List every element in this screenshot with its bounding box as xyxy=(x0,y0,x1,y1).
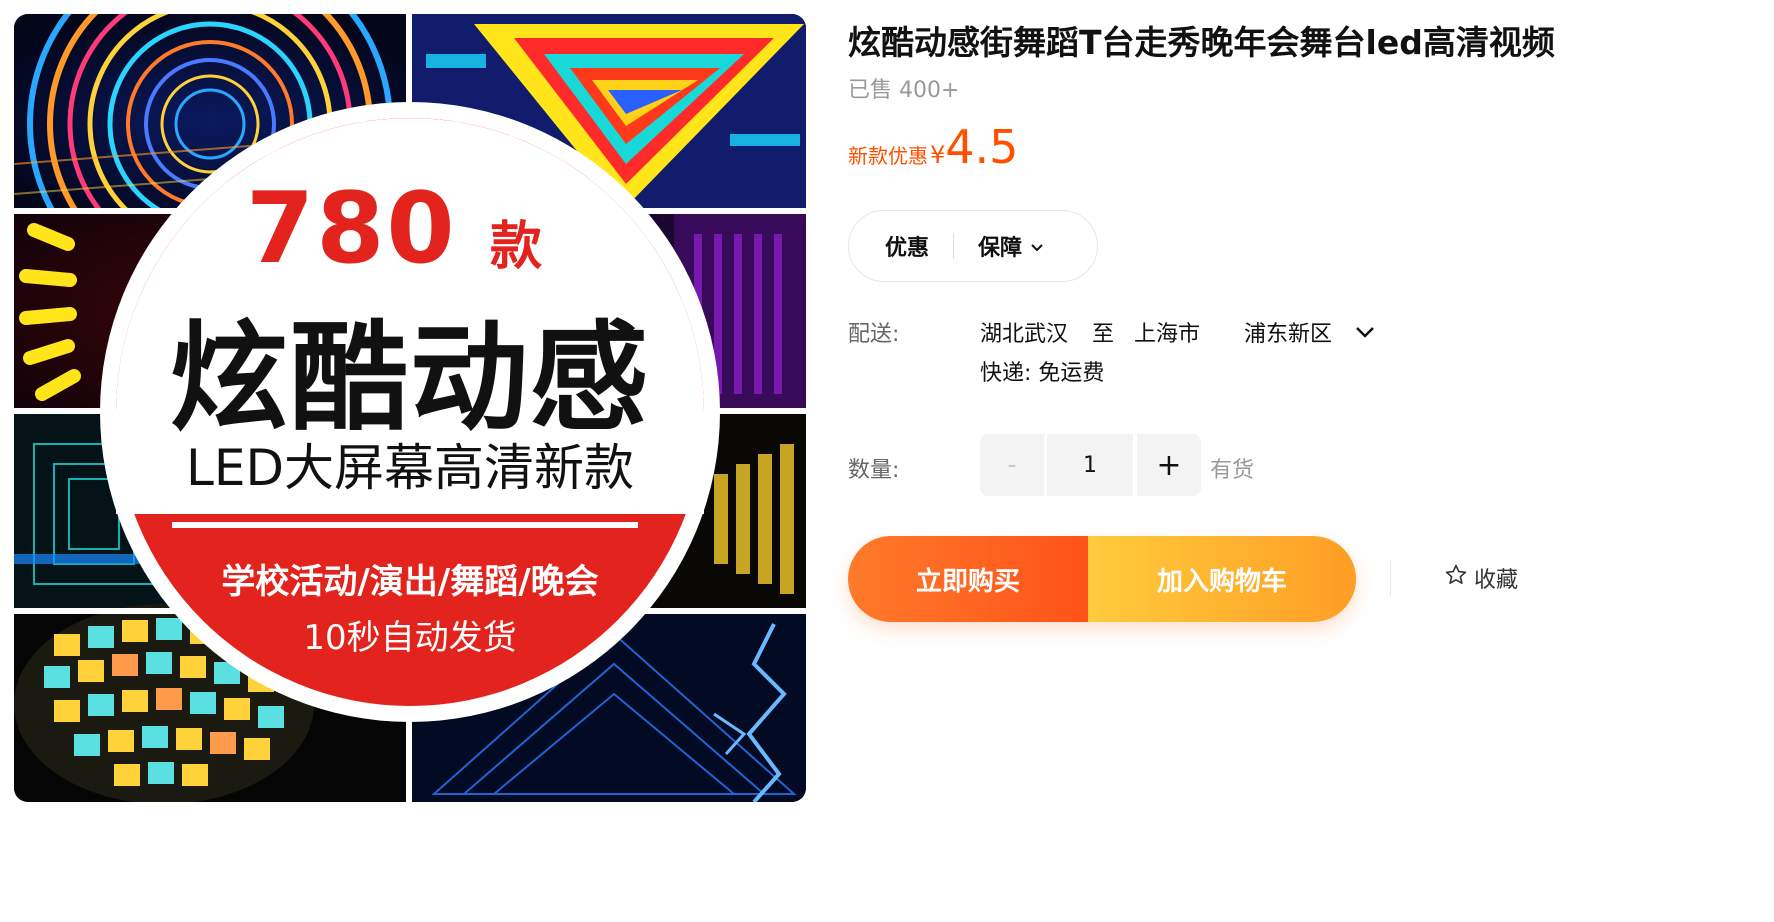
banner-activities: 学校活动/演出/舞蹈/晚会 xyxy=(221,562,599,602)
promo-tag-label: 优惠 xyxy=(885,236,930,261)
banner-subheadline: LED大屏幕高清新款 xyxy=(186,439,634,497)
quantity-label: 数量: xyxy=(848,458,900,483)
shipping-method: 快递: 免运费 xyxy=(980,361,1105,386)
purchase-buttons: 立即购买 加入购物车 xyxy=(848,536,1356,622)
star-outline-icon xyxy=(1444,563,1474,593)
price-label: 新款优惠 xyxy=(848,144,928,168)
stock-status: 有货 xyxy=(1210,458,1255,483)
quantity-decrease-button[interactable]: - xyxy=(980,434,1044,496)
tag-pill: 优惠 保障 xyxy=(848,210,1098,282)
shipping-label: 配送: xyxy=(848,322,900,347)
sold-count: 已售 400+ xyxy=(848,78,960,103)
action-divider xyxy=(1390,562,1391,596)
quantity-input[interactable] xyxy=(1047,434,1133,496)
pill-divider xyxy=(953,233,955,259)
quantity-increase-button[interactable]: + xyxy=(1137,434,1201,496)
shipping-to: 至 xyxy=(1092,322,1115,347)
price-row: 新款优惠¥4.5 xyxy=(848,120,1018,174)
shipping-origin: 湖北武汉 xyxy=(980,322,1069,347)
guarantee-tag[interactable]: 保障 xyxy=(978,230,1044,262)
price-value: 4.5 xyxy=(945,120,1019,174)
favorite-button[interactable]: 收藏 xyxy=(1444,562,1518,594)
chevron-down-icon xyxy=(1030,234,1044,259)
banner-count-unit: 款 xyxy=(490,217,543,277)
product-page: 780 款 炫酷动感 LED大屏幕高清新款 学校活动/演出/舞蹈/晚会 10秒自… xyxy=(0,0,1774,922)
shipping-district: 浦东新区 xyxy=(1244,322,1333,347)
product-image[interactable]: 780 款 炫酷动感 LED大屏幕高清新款 学校活动/演出/舞蹈/晚会 10秒自… xyxy=(14,14,806,802)
product-title: 炫酷动感街舞蹈T台走秀晚年会舞台led高清视频 xyxy=(848,23,1555,62)
shipping-city: 上海市 xyxy=(1134,322,1201,347)
banner-delivery-note: 10秒自动发货 xyxy=(303,618,517,658)
guarantee-tag-label: 保障 xyxy=(978,236,1023,261)
add-to-cart-button[interactable]: 加入购物车 xyxy=(1088,536,1356,622)
banner-count: 780 xyxy=(246,172,457,286)
favorite-label: 收藏 xyxy=(1474,568,1519,593)
promo-tag[interactable]: 优惠 xyxy=(885,230,929,262)
buy-now-button[interactable]: 立即购买 xyxy=(848,536,1088,622)
chevron-down-icon[interactable] xyxy=(1354,320,1376,345)
shipping-location[interactable]: 湖北武汉 至 上海市 浦东新区 xyxy=(980,316,1376,348)
price-currency: ¥ xyxy=(930,141,946,169)
banner-text: 780 款 炫酷动感 LED大屏幕高清新款 学校活动/演出/舞蹈/晚会 10秒自… xyxy=(14,14,806,802)
